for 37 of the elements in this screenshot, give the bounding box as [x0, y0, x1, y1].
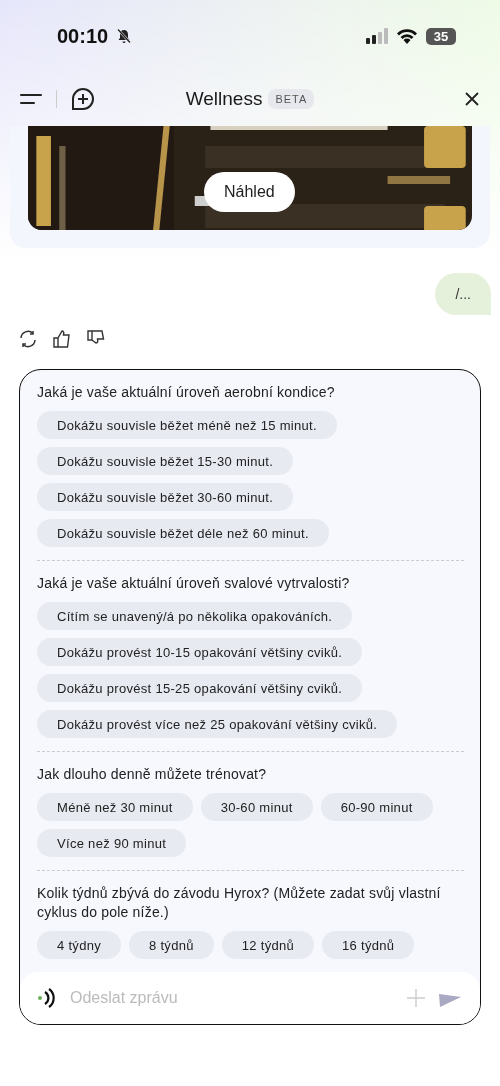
answer-chip[interactable]: 30-60 minut	[200, 793, 313, 821]
answer-chip[interactable]: Dokážu souvisle běžet méně než 15 minut.	[37, 411, 337, 439]
answer-chip[interactable]: Dokážu provést 15-25 opakování většiny cviků.	[37, 674, 363, 702]
answer-chip[interactable]: 60-90 minut	[320, 793, 433, 821]
answer-chip[interactable]: Cítím se unavený/á po několika opakováních.	[37, 602, 353, 630]
message-composer[interactable]: Odeslat zprávu	[20, 972, 480, 1024]
preview-button[interactable]: Náhled	[204, 172, 295, 212]
wifi-icon	[396, 28, 418, 44]
answer-chip[interactable]: Dokážu souvisle běžet déle než 60 minut.	[37, 519, 329, 547]
bell-off-icon	[116, 28, 133, 44]
battery-level: 35	[426, 27, 456, 45]
answer-chip[interactable]: 4 týdny	[37, 931, 121, 959]
answer-chip[interactable]: 8 týdnů	[129, 931, 214, 959]
answer-chip[interactable]: 12 týdnů	[221, 931, 315, 959]
menu-icon[interactable]	[20, 93, 42, 105]
question-text: Jak dlouho denně můžete trénovat?	[37, 765, 268, 784]
app-title: Wellness	[185, 88, 263, 110]
regenerate-icon[interactable]	[18, 329, 38, 349]
user-message: /...	[435, 273, 491, 315]
answer-chip[interactable]: Více než 90 minut	[37, 829, 187, 857]
new-chat-icon[interactable]	[71, 87, 95, 111]
answer-chip[interactable]: Dokážu provést více než 25 opakování většiny cviků.	[37, 710, 398, 738]
message-input[interactable]: Odeslat zprávu	[70, 980, 394, 1016]
answer-chip[interactable]: Méně než 30 minut	[37, 793, 193, 821]
answer-chip[interactable]: Dokážu souvisle běžet 15-30 minut.	[37, 447, 294, 475]
beta-badge: BETA	[268, 89, 315, 109]
signal-icon	[366, 28, 388, 44]
voice-icon[interactable]	[36, 988, 58, 1008]
clock: 00:10	[57, 24, 109, 48]
question-text: Kolik týdnů zbývá do závodu Hyrox? (Můžete zadat svůj vlastní cyklus do pole níže.)	[37, 884, 442, 922]
answer-chip[interactable]: Dokážu provést 10-15 opakování většiny cviků.	[37, 638, 363, 666]
thumbs-up-icon[interactable]	[52, 329, 72, 349]
question-text: Jaká je vaše aktuální úroveň svalové vytrvalosti?	[37, 574, 351, 593]
answer-chip[interactable]: Dokážu souvisle běžet 30-60 minut.	[37, 483, 294, 511]
close-icon[interactable]	[464, 91, 480, 107]
answer-chip[interactable]: 16 týdnů	[322, 931, 415, 959]
question-text: Jaká je vaše aktuální úroveň aerobní kondice?	[37, 383, 336, 402]
